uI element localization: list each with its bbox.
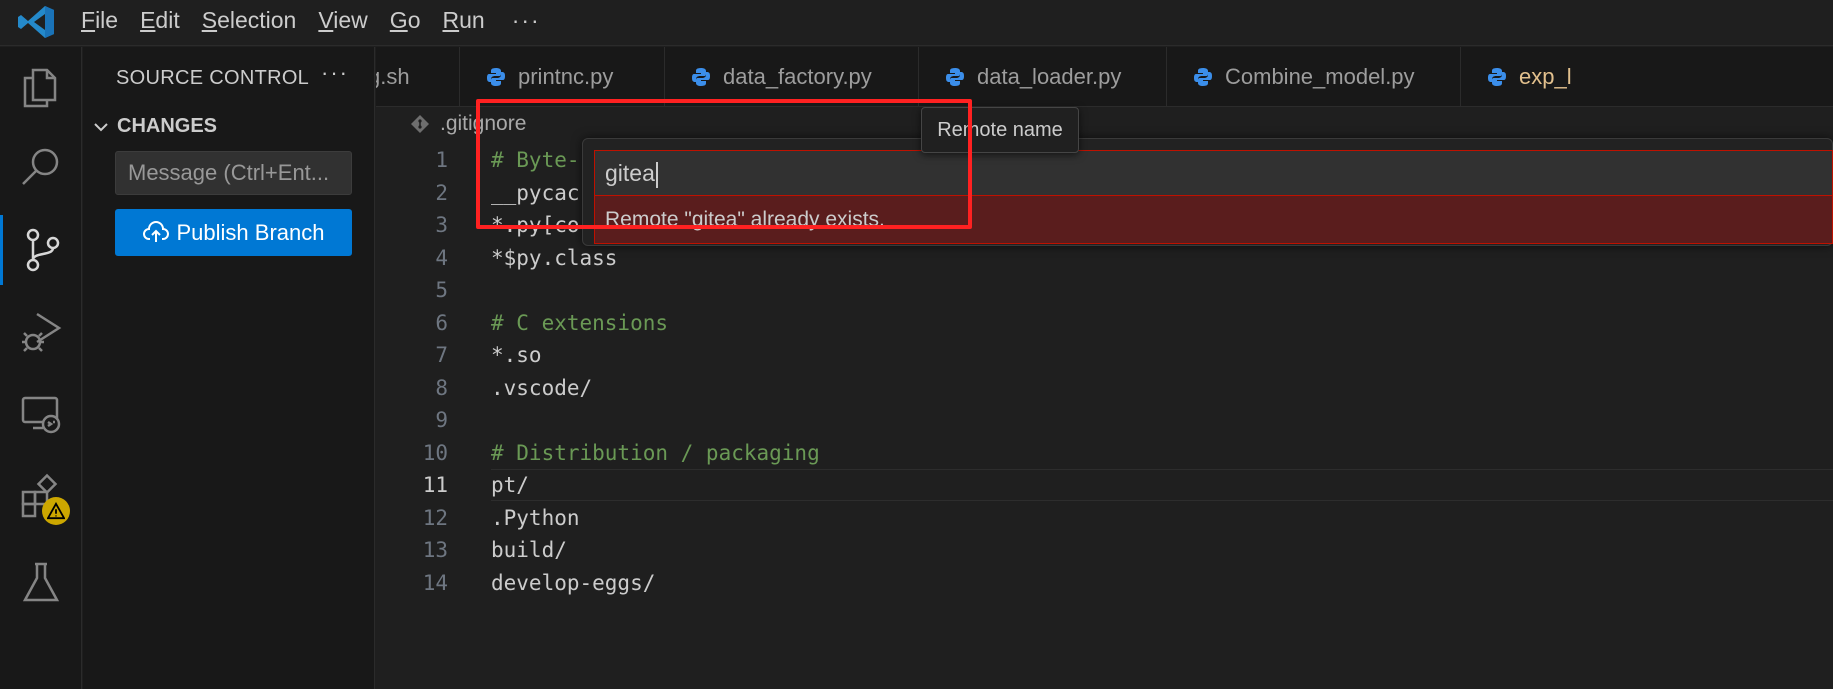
activity-testing[interactable] [0,547,82,617]
line-number: 5 [435,278,448,302]
code-line[interactable]: 5 [376,274,1833,306]
line-text: *.so [491,343,542,367]
current-line-highlight [491,469,1833,501]
warning-badge-icon [42,497,70,525]
menu-file[interactable]: File [70,0,129,40]
commit-message-input[interactable]: Message (Ctrl+Ent... [115,151,352,195]
line-text: pt/ [491,473,529,497]
menu-selection[interactable]: Selection [191,0,308,40]
line-number: 14 [422,570,448,595]
sidebar-title: SOURCE CONTROL [116,67,310,89]
publish-branch-button[interactable]: Publish Branch [115,209,352,256]
tab-combine-model[interactable]: Combine_model.py [1167,47,1461,106]
activity-search[interactable] [0,133,82,203]
line-number: 3 [435,213,448,237]
python-file-icon [692,68,710,86]
run-debug-icon [22,312,62,352]
tab-label: Combine_model.py [1225,64,1415,89]
menu-edit[interactable]: Edit [129,0,191,40]
activity-run-debug[interactable] [0,297,82,367]
line-number: 2 [435,180,448,205]
search-icon [22,148,59,185]
line-number: 12 [422,505,448,530]
line-text: .Python [491,505,580,530]
activity-extensions[interactable] [0,461,82,531]
code-line[interactable]: 12 .Python [376,502,1833,534]
line-number: 7 [435,343,448,367]
source-control-icon [26,228,59,272]
code-line[interactable]: 8 .vscode/ [376,372,1833,404]
activity-source-control[interactable] [0,215,82,285]
menu-view[interactable]: View [307,0,378,40]
code-line[interactable]: 14 develop-eggs/ [376,567,1833,599]
source-control-sidebar: SOURCE CONTROL ··· CHANGES Message (Ctrl… [83,47,375,689]
chevron-down-icon [94,122,108,131]
tab-data-loader[interactable]: data_loader.py [919,47,1167,106]
line-number: 10 [422,440,448,465]
tab-exp[interactable]: exp_l [1461,47,1833,106]
tab-label: printnc.py [518,64,614,89]
vscode-logo-icon [18,6,54,38]
line-text: # C extensions [491,310,669,335]
code-line[interactable]: 4 *$py.class [376,242,1833,274]
tab-label: g.sh [376,64,410,89]
line-text: .vscode/ [491,375,593,400]
line-number: 9 [435,408,448,432]
menu-bar: File Edit Selection View Go Run ··· [70,0,557,40]
line-number: 11 [422,473,448,497]
tab-label: data_loader.py [977,64,1122,89]
testing-icon [22,562,60,602]
annotation-highlight-box [476,99,972,229]
menu-go[interactable]: Go [379,0,432,40]
remote-explorer-icon [21,396,61,434]
line-number: 6 [435,310,448,335]
line-number: 4 [435,245,448,270]
python-file-icon [946,68,964,86]
changes-section-label: CHANGES [117,115,218,137]
code-line[interactable]: 9 [376,404,1833,436]
line-number: 13 [422,538,448,562]
python-file-icon [1488,68,1506,86]
activity-remote-explorer[interactable] [0,379,82,449]
line-text: build/ [491,538,567,562]
sidebar-more-button[interactable]: ··· [321,60,349,86]
line-number: 1 [435,148,448,172]
menu-more-button[interactable]: ··· [496,7,557,34]
tab-printnc[interactable]: printnc.py [460,47,665,106]
activity-bar [0,47,82,689]
tab-label: exp_l [1519,64,1572,89]
python-file-icon [1194,68,1212,86]
git-file-icon [411,115,429,133]
explorer-icon [23,68,57,108]
python-file-icon [487,68,505,86]
menu-run[interactable]: Run [431,0,495,40]
line-number: 8 [435,375,448,400]
line-text: develop-eggs/ [491,570,656,595]
title-bar: File Edit Selection View Go Run ··· [0,0,1833,46]
editor-tabs: g.sh printnc.py data_factory.py data_loa… [376,47,1833,107]
code-line[interactable]: 13 build/ [376,534,1833,566]
code-line[interactable]: 6 # C extensions [376,307,1833,339]
code-line[interactable]: 11 pt/ [376,469,1833,501]
tab-label: data_factory.py [723,64,872,89]
line-text: # Distribution / packaging [491,440,820,465]
cloud-upload-icon [142,220,169,242]
changes-section-header[interactable]: CHANGES [91,115,217,138]
tab-data-factory[interactable]: data_factory.py [665,47,919,106]
publish-branch-label: Publish Branch [176,219,325,245]
activity-explorer[interactable] [0,53,82,123]
line-text: *$py.class [491,245,618,270]
tab-sh[interactable]: g.sh [376,47,460,106]
code-line[interactable]: 7 *.so [376,339,1833,371]
code-line[interactable]: 10 # Distribution / packaging [376,437,1833,469]
